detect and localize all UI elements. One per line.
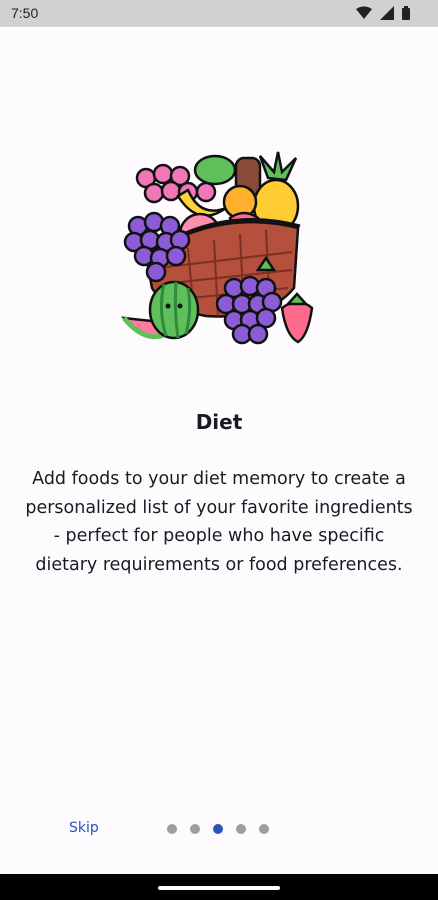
- status-time: 7:50: [11, 5, 39, 21]
- status-bar: 7:50: [0, 0, 438, 27]
- page-dot-4[interactable]: [236, 824, 246, 834]
- page-indicator: [167, 824, 269, 834]
- skip-button[interactable]: Skip: [69, 820, 99, 836]
- battery-icon: [402, 6, 410, 20]
- page-dot-2[interactable]: [190, 824, 200, 834]
- onboarding-title: Diet: [195, 410, 243, 434]
- fruit-basket-illustration: [121, 151, 314, 345]
- status-icons: [356, 6, 410, 20]
- page-dot-1[interactable]: [167, 824, 177, 834]
- home-handle[interactable]: [158, 886, 280, 890]
- signal-icon: [380, 6, 394, 20]
- page-dot-5[interactable]: [259, 824, 269, 834]
- wifi-icon: [356, 6, 372, 19]
- onboarding-description: Add foods to your diet memory to create …: [25, 469, 413, 575]
- page-dot-3-active[interactable]: [213, 824, 223, 834]
